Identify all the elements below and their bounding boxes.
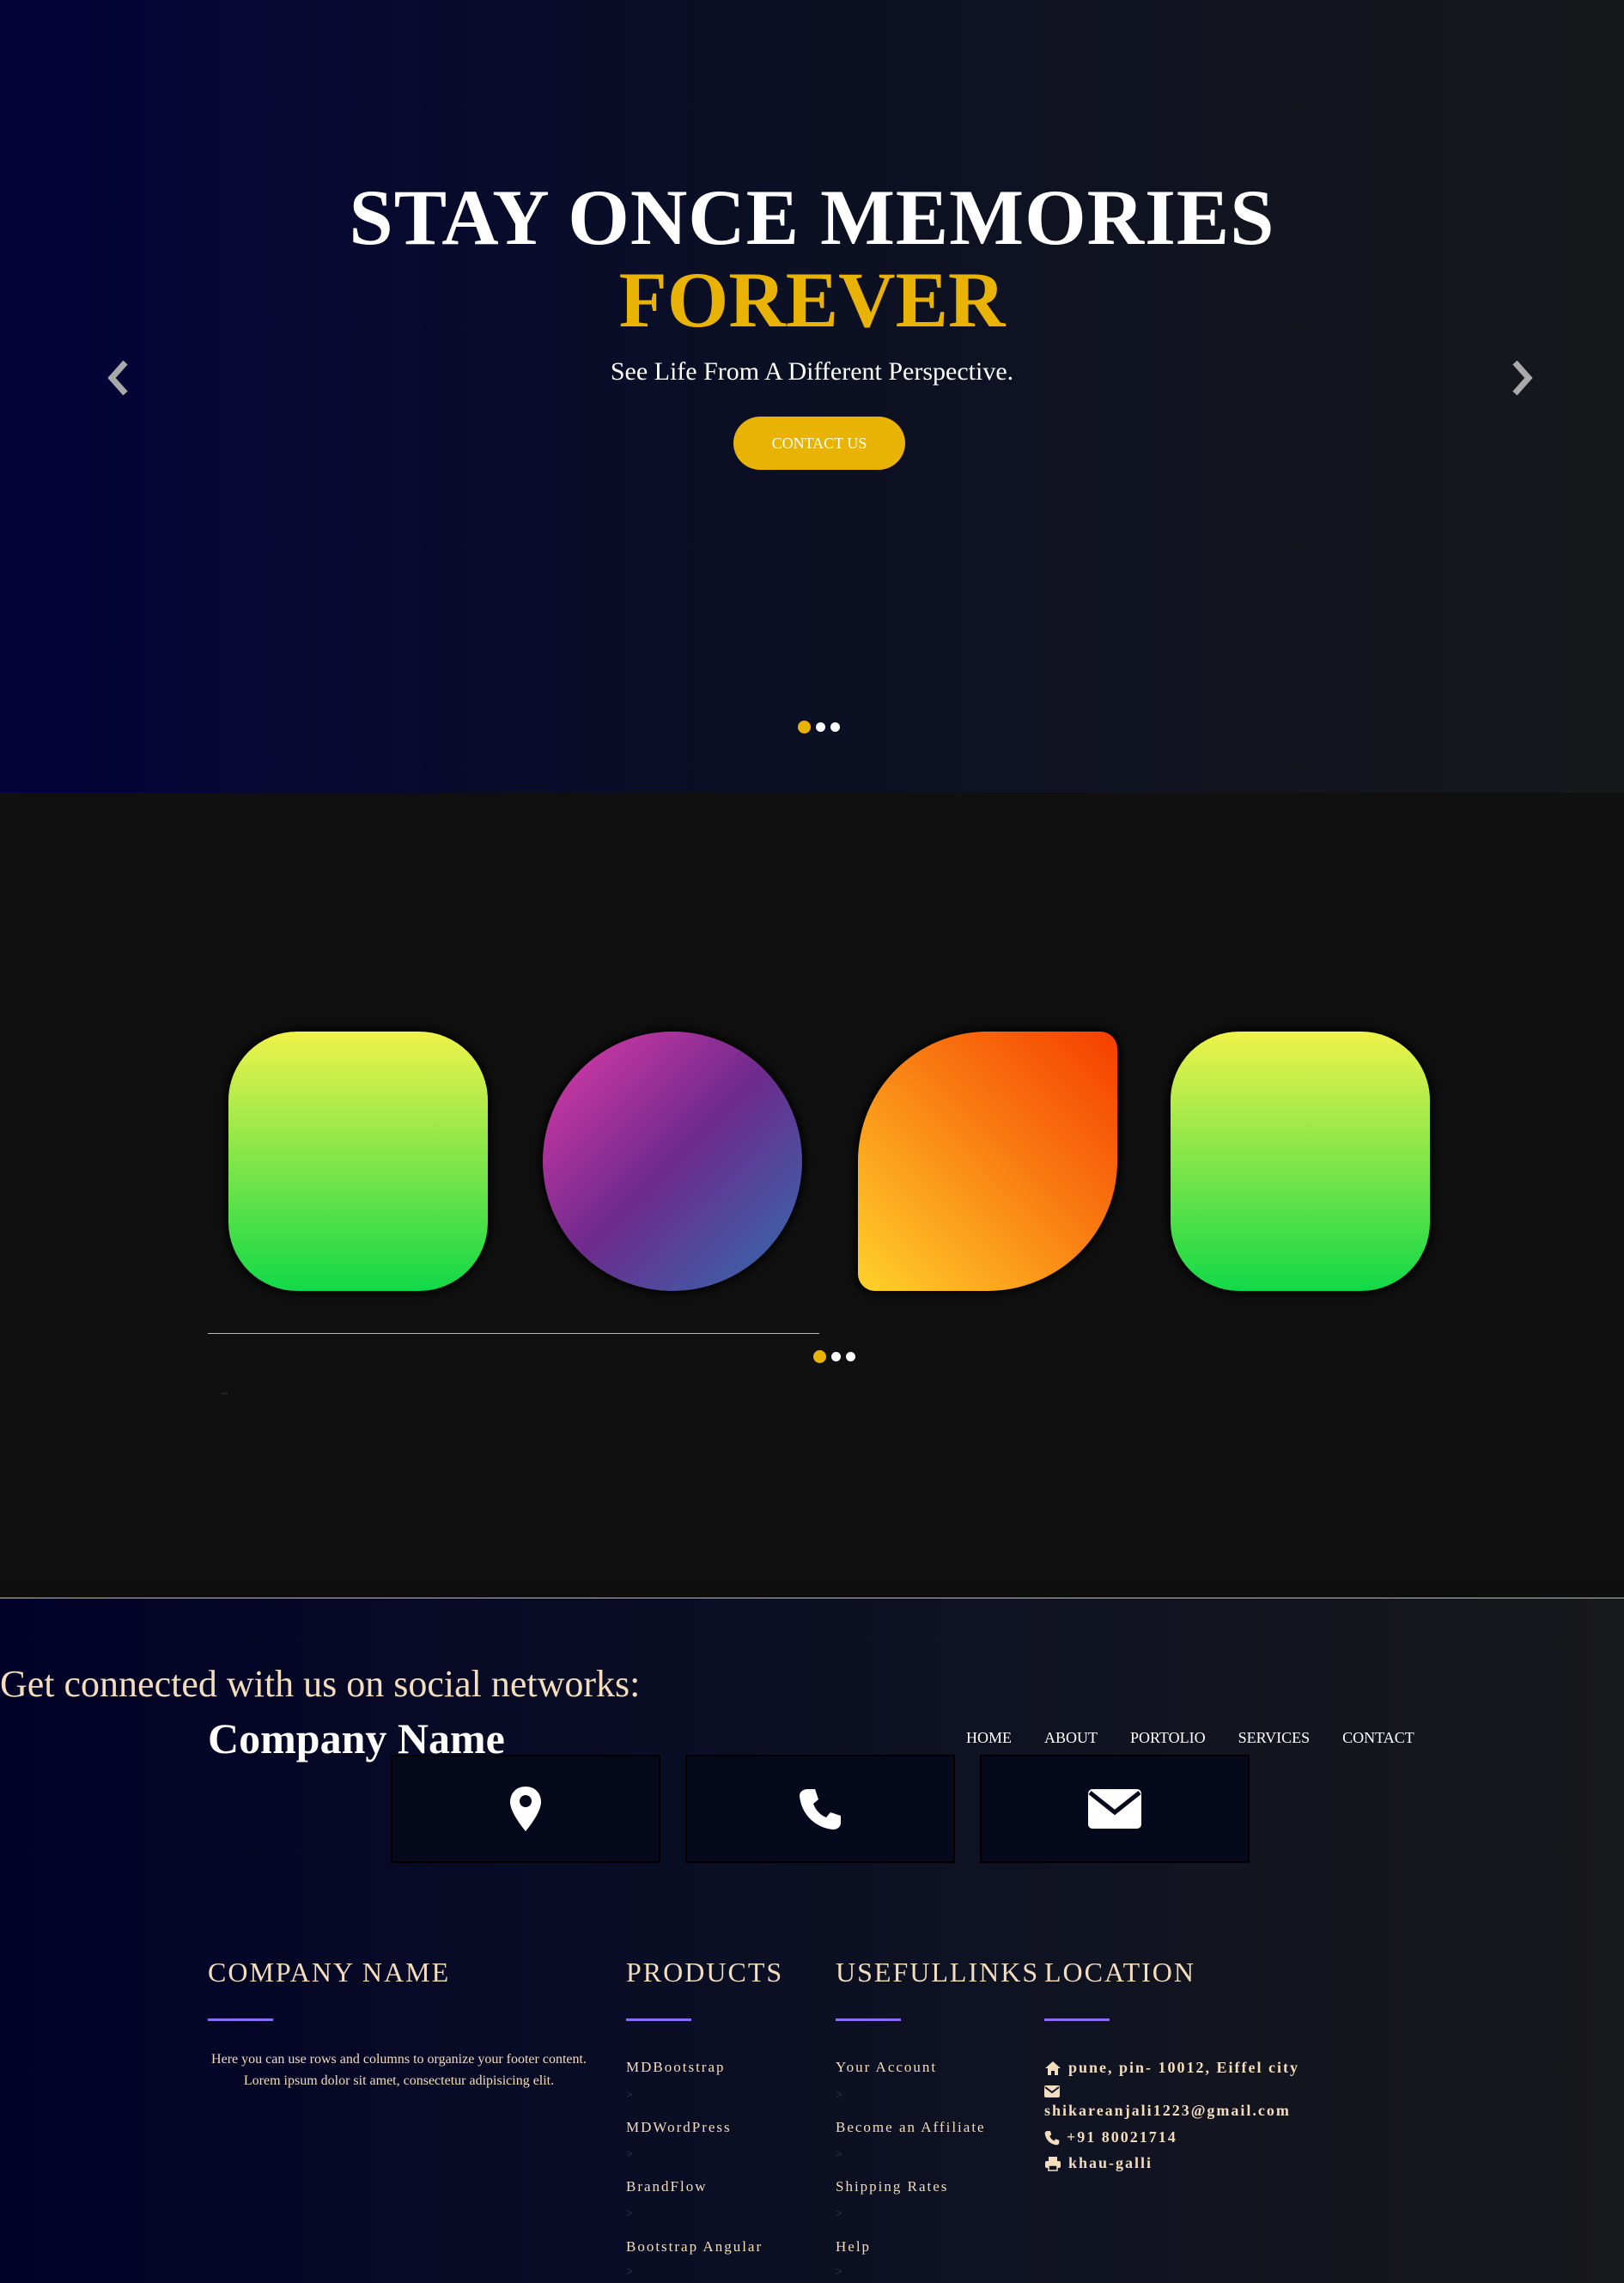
social-heading: Get connected with us on social networks… — [0, 1663, 641, 1705]
contact-box-email[interactable] — [980, 1755, 1250, 1863]
footer-email-text[interactable]: shikareanjali1223@gmail.com — [1044, 2102, 1291, 2120]
footer-phone: +91 80021714 — [1044, 2128, 1177, 2146]
footer-underline — [208, 2018, 273, 2021]
footer-link-separator: > — [836, 2148, 842, 2161]
footer-email-icon-row — [1044, 2085, 1060, 2097]
footer-heading-usefullinks: USEFULLINKS — [836, 1957, 1040, 1988]
footer-link-separator: > — [836, 2207, 842, 2220]
footer-link-separator: > — [626, 2266, 633, 2279]
footer-link-separator: > — [626, 2207, 633, 2220]
nav-home[interactable]: HOME — [966, 1729, 1012, 1747]
hero-carousel-indicators — [798, 721, 840, 734]
footer-link-your-account[interactable]: Your Account — [836, 2059, 937, 2076]
contact-us-button[interactable]: CONTACT US — [733, 417, 905, 470]
contact-box-location[interactable] — [391, 1755, 660, 1863]
hero-title: STAY ONCE MEMORIES — [349, 174, 1275, 261]
footer-underline — [626, 2018, 691, 2021]
shapes-indicator-2[interactable] — [831, 1352, 841, 1361]
chevron-right-icon — [1512, 360, 1533, 396]
shapes-indicator-3[interactable] — [846, 1352, 855, 1361]
shape-rounded-square-green — [228, 1032, 488, 1291]
shapes-caption: ... — [222, 1387, 228, 1397]
footer-address-text: pune, pin- 10012, Eiffel city — [1068, 2059, 1300, 2076]
shapes-carousel-indicators — [813, 1350, 855, 1363]
contact-box-phone[interactable] — [685, 1755, 955, 1863]
footer-fax-text: khau-galli — [1068, 2154, 1153, 2171]
hero-subtitle: See Life From A Different Perspective. — [610, 357, 1014, 386]
footer-link-separator: > — [836, 2089, 842, 2102]
phone-icon — [800, 1789, 841, 1829]
footer-heading-location: LOCATION — [1044, 1957, 1195, 1988]
footer-link-separator: > — [626, 2148, 633, 2161]
footer-link-separator: > — [626, 2089, 633, 2102]
chevron-left-icon — [107, 360, 128, 396]
footer-company-text: Here you can use rows and columns to org… — [211, 2052, 587, 2088]
envelope-icon — [1088, 1789, 1141, 1829]
footer-underline — [836, 2018, 901, 2021]
carousel-next-button[interactable] — [1505, 352, 1539, 404]
footer-phone-text: +91 80021714 — [1067, 2128, 1177, 2146]
footer-link-bootstrap-angular[interactable]: Bootstrap Angular — [626, 2238, 763, 2256]
phone-icon — [1044, 2130, 1060, 2145]
hero-carousel — [0, 0, 1624, 793]
nav-services[interactable]: SERVICES — [1238, 1729, 1311, 1747]
shape-leaf-orange — [858, 1032, 1117, 1291]
footer-email[interactable]: shikareanjali1223@gmail.com — [1044, 2102, 1291, 2120]
printer-icon — [1045, 2156, 1061, 2171]
footer-link-help[interactable]: Help — [836, 2238, 871, 2256]
hero-title-highlight: FOREVER — [618, 256, 1006, 344]
nav-contact[interactable]: CONTACT — [1342, 1729, 1414, 1747]
footer-heading-products: PRODUCTS — [626, 1957, 784, 1988]
carousel-prev-button[interactable] — [101, 352, 136, 404]
footer-link-mdbootstrap[interactable]: MDBootstrap — [626, 2059, 726, 2076]
envelope-icon — [1044, 2085, 1060, 2097]
shape-circle-purple — [543, 1032, 802, 1291]
location-pin-icon — [510, 1787, 541, 1831]
footer-underline — [1044, 2018, 1110, 2021]
footer-link-mdwordpress[interactable]: MDWordPress — [626, 2119, 732, 2136]
carousel-indicator-3[interactable] — [830, 722, 840, 732]
home-icon — [1045, 2061, 1061, 2075]
nav-about[interactable]: ABOUT — [1044, 1729, 1098, 1747]
carousel-indicator-2[interactable] — [816, 722, 825, 732]
footer-link-separator: > — [836, 2266, 842, 2279]
footer-nav: HOME ABOUT PORTOLIO SERVICES CONTACT — [966, 1729, 1414, 1747]
shapes-indicator-1[interactable] — [813, 1350, 826, 1363]
carousel-indicator-1[interactable] — [798, 721, 811, 734]
footer-heading-company: COMPANY NAME — [208, 1957, 451, 1988]
section-divider — [208, 1333, 819, 1334]
footer-link-become-affiliate[interactable]: Become an Affiliate — [836, 2119, 986, 2136]
footer-fax: khau-galli — [1044, 2154, 1153, 2172]
footer-address: pune, pin- 10012, Eiffel city — [1044, 2059, 1299, 2077]
footer-link-shipping-rates[interactable]: Shipping Rates — [836, 2178, 948, 2195]
nav-portfolio[interactable]: PORTOLIO — [1130, 1729, 1206, 1747]
footer-link-brandflow[interactable]: BrandFlow — [626, 2178, 708, 2195]
shape-rounded-square-green-2 — [1171, 1032, 1430, 1291]
